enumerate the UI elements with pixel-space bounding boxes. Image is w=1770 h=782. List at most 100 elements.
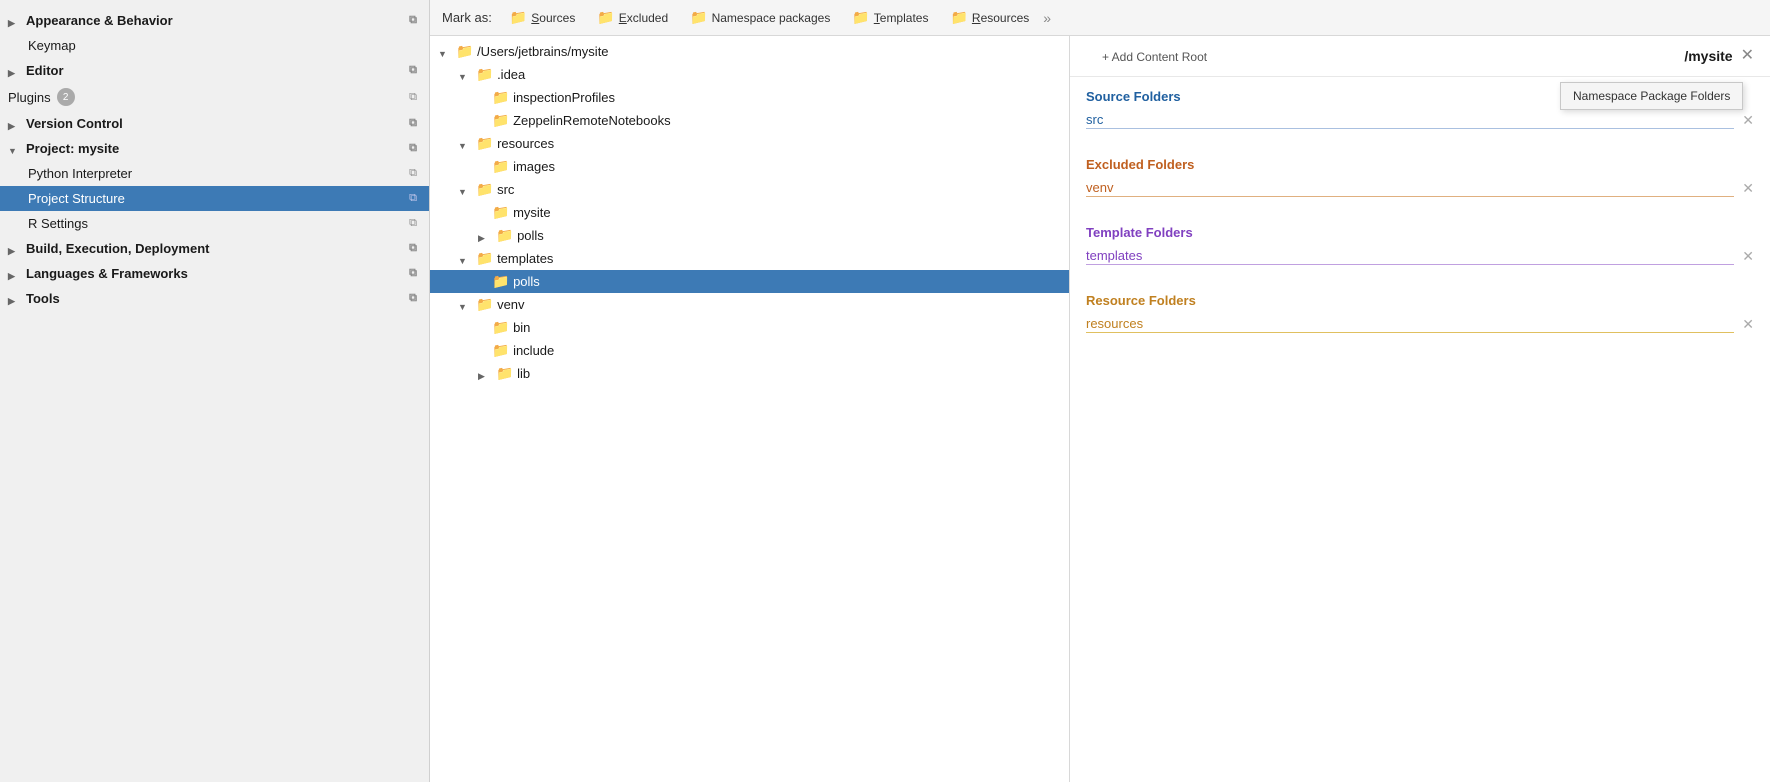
tooltip-text: Namespace Package Folders (1573, 89, 1730, 103)
copy-icon: ⧉ (409, 217, 417, 230)
plugins-badge: 2 (57, 88, 75, 106)
source-folder-name: src (1086, 112, 1734, 129)
tree-item-lib[interactable]: 📁 lib (430, 362, 1069, 385)
tree-item-include[interactable]: 📁 include (430, 339, 1069, 362)
sidebar-item-label: Version Control (26, 116, 123, 131)
tree-item-polls-src[interactable]: 📁 polls (430, 224, 1069, 247)
right-panel-header: + Add Content Root /mysite ✕ (1070, 36, 1770, 77)
templates-button[interactable]: 📁 Templates (844, 6, 936, 29)
sidebar-item-keymap[interactable]: Keymap (0, 33, 429, 58)
resources-folder-icon: 📁 (950, 9, 967, 26)
add-content-root-label: + Add Content Root (1102, 50, 1207, 64)
resource-folder-entry: resources ✕ (1086, 316, 1754, 333)
sidebar-item-label: Plugins (8, 90, 51, 105)
remove-source-button[interactable]: ✕ (1742, 112, 1754, 129)
sidebar-item-tools[interactable]: Tools ⧉ (0, 286, 429, 311)
sidebar-item-languages[interactable]: Languages & Frameworks ⧉ (0, 261, 429, 286)
chevron-icon (438, 45, 452, 59)
sidebar-item-label: Editor (26, 63, 64, 78)
tree-item-src[interactable]: 📁 src (430, 178, 1069, 201)
excluded-folders-section: Excluded Folders venv ✕ (1070, 145, 1770, 213)
sidebar-item-label: Project: mysite (26, 141, 119, 156)
tree-item-label: mysite (513, 205, 551, 220)
tree-item-resources[interactable]: 📁 resources (430, 132, 1069, 155)
sources-label: Sources (531, 11, 575, 25)
folder-icon: 📁 (476, 66, 493, 83)
tree-item-label: images (513, 159, 555, 174)
remove-excluded-button[interactable]: ✕ (1742, 180, 1754, 197)
sources-folder-icon: 📁 (510, 9, 527, 26)
tree-item-bin[interactable]: 📁 bin (430, 316, 1069, 339)
sidebar-item-appearance[interactable]: Appearance & Behavior ⧉ (0, 8, 429, 33)
chevron-icon (8, 117, 22, 131)
chevron-icon (8, 292, 22, 306)
resources-button[interactable]: 📁 Resources (942, 6, 1037, 29)
copy-icon: ⧉ (409, 267, 417, 280)
resource-folders-title: Resource Folders (1086, 293, 1754, 308)
copy-icon: ⧉ (409, 14, 417, 27)
resource-folders-section: Resource Folders resources ✕ (1070, 281, 1770, 349)
main-content: Mark as: 📁 Sources 📁 Excluded 📁 Namespac… (430, 0, 1770, 782)
more-button[interactable]: » (1043, 10, 1051, 26)
sidebar-item-build[interactable]: Build, Execution, Deployment ⧉ (0, 236, 429, 261)
tree-item-polls-templates[interactable]: 📁 polls (430, 270, 1069, 293)
mark-as-toolbar: Mark as: 📁 Sources 📁 Excluded 📁 Namespac… (430, 0, 1770, 36)
sidebar-item-python-interpreter[interactable]: Python Interpreter ⧉ (0, 161, 429, 186)
chevron-icon (478, 367, 492, 381)
sidebar-item-label: Project Structure (28, 191, 125, 206)
tree-item-mysite[interactable]: 📁 mysite (430, 201, 1069, 224)
sidebar-item-editor[interactable]: Editor ⧉ (0, 58, 429, 83)
tree-item-label: resources (497, 136, 554, 151)
sidebar-item-label: Build, Execution, Deployment (26, 241, 209, 256)
folder-icon: 📁 (492, 89, 509, 106)
add-content-root-button[interactable]: + Add Content Root (1086, 44, 1223, 68)
sidebar-item-plugins[interactable]: Plugins 2 ⧉ (0, 83, 429, 111)
excluded-button[interactable]: 📁 Excluded (589, 6, 676, 29)
tree-item-label: polls (517, 228, 544, 243)
tree-item-venv[interactable]: 📁 venv (430, 293, 1069, 316)
chevron-icon (8, 64, 22, 78)
folder-icon: 📁 (492, 112, 509, 129)
folder-icon: 📁 (492, 342, 509, 359)
folder-icon: 📁 (492, 158, 509, 175)
right-panel: Namespace Package Folders + Add Content … (1070, 36, 1770, 782)
remove-resource-button[interactable]: ✕ (1742, 316, 1754, 333)
sidebar-item-project-structure[interactable]: Project Structure ⧉ (0, 186, 429, 211)
tree-item-label: include (513, 343, 554, 358)
sources-button[interactable]: 📁 Sources (502, 6, 583, 29)
tree-item-images[interactable]: 📁 images (430, 155, 1069, 178)
copy-icon: ⧉ (409, 167, 417, 180)
tree-item-templates[interactable]: 📁 templates (430, 247, 1069, 270)
content-split: 📁 /Users/jetbrains/mysite 📁 .idea 📁 insp… (430, 36, 1770, 782)
tree-item-inspection-profiles[interactable]: 📁 inspectionProfiles (430, 86, 1069, 109)
sidebar-item-version-control[interactable]: Version Control ⧉ (0, 111, 429, 136)
close-button[interactable]: ✕ (1741, 48, 1754, 64)
chevron-icon (458, 68, 472, 82)
folder-icon: 📁 (496, 365, 513, 382)
tree-item-idea[interactable]: 📁 .idea (430, 63, 1069, 86)
folder-icon: 📁 (476, 250, 493, 267)
template-folder-entry: templates ✕ (1086, 248, 1754, 265)
sidebar-item-project[interactable]: Project: mysite ⧉ (0, 136, 429, 161)
namespace-packages-button[interactable]: 📁 Namespace packages (682, 6, 838, 29)
tree-item-label: templates (497, 251, 553, 266)
copy-icon: ⧉ (409, 142, 417, 155)
folder-icon: 📁 (492, 319, 509, 336)
tree-item-root[interactable]: 📁 /Users/jetbrains/mysite (430, 40, 1069, 63)
tree-item-zeppelin[interactable]: 📁 ZeppelinRemoteNotebooks (430, 109, 1069, 132)
template-folder-name: templates (1086, 248, 1734, 265)
copy-icon: ⧉ (409, 242, 417, 255)
remove-template-button[interactable]: ✕ (1742, 248, 1754, 265)
mark-as-label: Mark as: (442, 10, 492, 25)
sidebar-item-r-settings[interactable]: R Settings ⧉ (0, 211, 429, 236)
settings-sidebar: Appearance & Behavior ⧉ Keymap Editor ⧉ … (0, 0, 430, 782)
tree-item-label: polls (513, 274, 540, 289)
sidebar-item-label: Python Interpreter (28, 166, 132, 181)
chevron-icon (8, 14, 22, 28)
sidebar-item-label: Appearance & Behavior (26, 13, 173, 28)
excluded-folder-entry: venv ✕ (1086, 180, 1754, 197)
chevron-icon (478, 229, 492, 243)
excluded-folder-icon: 📁 (597, 9, 614, 26)
namespace-folder-icon: 📁 (690, 9, 707, 26)
templates-folder-icon: 📁 (852, 9, 869, 26)
